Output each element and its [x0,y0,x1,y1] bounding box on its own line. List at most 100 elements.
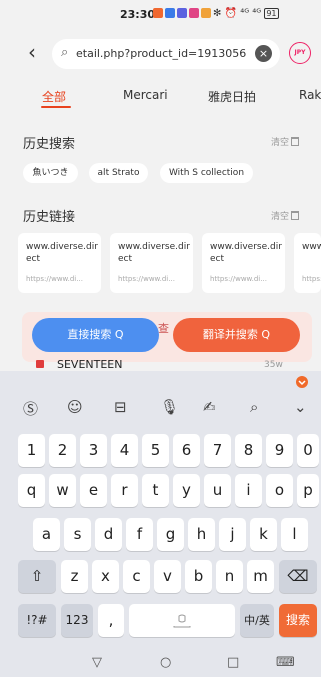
key-label: t [152,481,159,499]
key-p[interactable]: p [297,474,319,507]
key-u[interactable]: u [204,474,231,507]
address-bar: ‹ ⌕ etail.php?product_id=1913056 × JPY [0,32,321,74]
url-input[interactable]: ⌕ etail.php?product_id=1913056 × [52,39,280,69]
key-4[interactable]: 4 [111,434,138,467]
key-e[interactable]: e [80,474,107,507]
key-j[interactable]: j [219,518,246,551]
history-link-card[interactable]: www.di irect https://... [294,233,321,293]
key-b[interactable]: b [185,560,212,593]
keyboard-layout-icon[interactable]: ⊟ [114,398,127,416]
key-x[interactable]: x [92,560,119,593]
key-label: d [103,525,114,543]
key-1[interactable]: 1 [18,434,45,467]
suggestion-item[interactable]: SEVENTEEN [57,358,122,371]
emoji-icon[interactable]: ☺ [67,398,83,416]
history-link-card[interactable]: www.diverse.direct https://www.di... [18,233,101,293]
nav-keyboard-icon[interactable]: ⌨ [276,655,295,670]
language-toggle-key[interactable]: 中/英 [240,604,274,637]
key-k[interactable]: k [250,518,277,551]
delete-key[interactable]: ⌫ [279,560,317,593]
space-key[interactable] [129,604,235,637]
direct-search-button[interactable]: 直接搜索 Q [32,318,159,352]
history-link-card[interactable]: www.diverse.direct https://www.di... [110,233,193,293]
history-links-clear[interactable]: 清空 [271,209,300,222]
key-3[interactable]: 3 [80,434,107,467]
key-f[interactable]: f [126,518,153,551]
key-9[interactable]: 9 [266,434,293,467]
history-chip[interactable]: alt Strato [89,163,148,183]
tab-mercari[interactable]: Mercari [123,88,168,102]
search-icon[interactable]: ⌕ [250,398,258,416]
key-2[interactable]: 2 [49,434,76,467]
numbers-key[interactable]: 123 [61,604,93,637]
key-m[interactable]: m [247,560,274,593]
shift-key[interactable]: ⇧ [18,560,56,593]
key-o[interactable]: o [266,474,293,507]
translate-search-button[interactable]: 翻译并搜索 Q [173,318,300,352]
key-label: f [136,525,143,543]
key-v[interactable]: v [154,560,181,593]
key-t[interactable]: t [142,474,169,507]
key-8[interactable]: 8 [235,434,262,467]
key-n[interactable]: n [216,560,243,593]
key-label: o [274,481,285,499]
app-notification-icon [189,8,199,18]
key-w[interactable]: w [49,474,76,507]
key-label: a [41,525,52,543]
currency-badge[interactable]: JPY [289,42,311,64]
microphone-icon[interactable]: 🎙 [160,398,179,416]
tab-rakuten[interactable]: Rak [299,88,321,102]
history-search-clear[interactable]: 清空 [271,135,300,148]
history-search-title: 历史搜索 [23,137,76,152]
history-link-card[interactable]: www.diverse.direct https://www.di... [202,233,285,293]
url-text[interactable]: etail.php?product_id=1913056 [76,47,252,60]
key-0[interactable]: 0 [297,434,319,467]
search-key[interactable]: 搜索 [279,604,317,637]
key-q[interactable]: q [18,474,45,507]
key-h[interactable]: h [188,518,215,551]
back-arrow-icon[interactable]: ‹ [28,40,36,64]
tab-all[interactable]: 全部 [42,88,66,105]
keyboard-logo-icon [296,376,308,388]
nav-recents-icon[interactable]: □ [227,655,239,670]
status-time: 23:30 [120,8,156,21]
key-6[interactable]: 6 [173,434,200,467]
key-i[interactable]: i [235,474,262,507]
clear-icon[interactable]: × [255,45,272,62]
partial-text: 查 [158,322,169,335]
clear-label: 清空 [271,212,290,222]
key-label: w [56,481,69,499]
key-s[interactable]: s [64,518,91,551]
key-label: k [259,525,268,543]
history-chip[interactable]: 魚いつき [23,163,78,183]
sogou-s-icon[interactable]: Ⓢ [23,398,38,419]
handwriting-icon[interactable]: ✍ [203,398,216,416]
link-url: https://www.di... [210,275,267,283]
tab-yahoo-auction[interactable]: 雅虎日拍 [208,88,256,105]
search-icon: ⌕ [61,45,69,60]
key-d[interactable]: d [95,518,122,551]
comma-key[interactable]: , [98,604,124,637]
key-c[interactable]: c [123,560,150,593]
key-z[interactable]: z [61,560,88,593]
collapse-keyboard-icon[interactable]: ⌄ [294,398,307,416]
symbols-key[interactable]: !?# [18,604,56,637]
key-g[interactable]: g [157,518,184,551]
nav-home-icon[interactable]: ○ [160,655,171,670]
battery-icon: 91 [264,8,279,19]
key-y[interactable]: y [173,474,200,507]
link-url: https://www.di... [26,275,83,283]
notification-icons [153,8,211,18]
trash-icon [291,137,300,146]
app-notification-icon [177,8,187,18]
link-url: https://www.di... [118,275,175,283]
key-l[interactable]: l [281,518,308,551]
key-r[interactable]: r [111,474,138,507]
nav-back-icon[interactable]: ▽ [92,655,102,670]
link-url: https://... [302,275,321,283]
key-5[interactable]: 5 [142,434,169,467]
history-chip[interactable]: With S collection [160,163,253,183]
key-a[interactable]: a [33,518,60,551]
link-title: www.diverse.direct [210,242,282,264]
key-7[interactable]: 7 [204,434,231,467]
